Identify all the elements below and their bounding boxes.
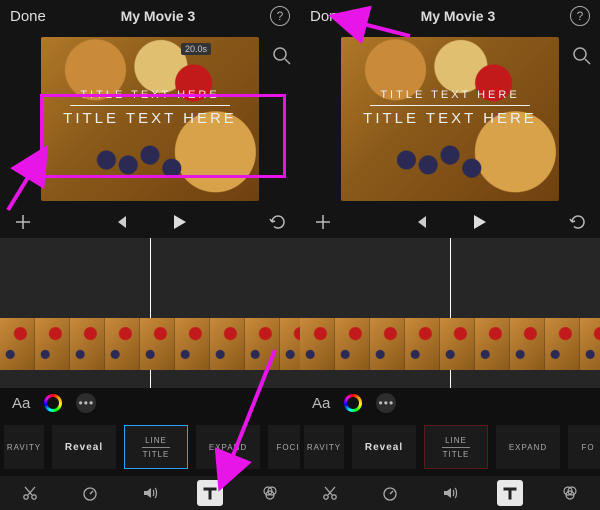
done-button[interactable]: Done bbox=[310, 8, 346, 25]
style-expand[interactable]: EXPAND bbox=[496, 425, 560, 469]
undo-icon[interactable] bbox=[266, 211, 288, 233]
title-rule bbox=[70, 105, 230, 106]
speed-icon[interactable] bbox=[77, 480, 103, 506]
title-overlay[interactable]: TITLE TEXT HERE TITLE TEXT HERE bbox=[41, 89, 259, 127]
clip-strip[interactable] bbox=[300, 318, 600, 370]
titles-icon[interactable] bbox=[197, 480, 223, 506]
style-gravity[interactable]: RAVITY bbox=[304, 425, 344, 469]
project-title: My Movie 3 bbox=[421, 8, 496, 24]
preview-area: 20.0s TITLE TEXT HERE TITLE TEXT HERE bbox=[0, 32, 300, 206]
help-icon[interactable]: ? bbox=[270, 6, 290, 26]
style-expand[interactable]: EXPAND bbox=[196, 425, 260, 469]
header: Done My Movie 3 ? bbox=[300, 0, 600, 32]
font-button[interactable]: Aa bbox=[12, 395, 30, 412]
zoom-icon[interactable] bbox=[570, 44, 594, 68]
filters-icon[interactable] bbox=[257, 480, 283, 506]
video-preview[interactable]: 20.0s TITLE TEXT HERE TITLE TEXT HERE bbox=[41, 37, 259, 201]
play-icon[interactable] bbox=[168, 211, 190, 233]
preview-area: TITLE TEXT HERE TITLE TEXT HERE bbox=[300, 32, 600, 206]
more-icon[interactable]: ••• bbox=[376, 393, 396, 413]
more-icon[interactable]: ••• bbox=[76, 393, 96, 413]
cut-icon[interactable] bbox=[17, 480, 43, 506]
title-line2: TITLE TEXT HERE bbox=[63, 110, 237, 127]
font-button[interactable]: Aa bbox=[312, 395, 330, 412]
style-line-title[interactable]: LINETITLE bbox=[124, 425, 188, 469]
duration-badge: 20.0s bbox=[181, 43, 211, 55]
title-rule bbox=[370, 105, 530, 106]
transport-row bbox=[0, 206, 300, 238]
volume-icon[interactable] bbox=[437, 480, 463, 506]
titles-icon[interactable] bbox=[497, 480, 523, 506]
skip-start-icon[interactable] bbox=[410, 211, 432, 233]
tool-strip: Aa ••• bbox=[0, 388, 300, 418]
title-line2: TITLE TEXT HERE bbox=[363, 110, 537, 127]
transport-row bbox=[300, 206, 600, 238]
clip-strip[interactable] bbox=[0, 318, 300, 370]
speed-icon[interactable] bbox=[377, 480, 403, 506]
editor-screen-right: Done My Movie 3 ? TITLE TEXT HERE TITLE … bbox=[300, 0, 600, 510]
done-button[interactable]: Done bbox=[10, 8, 46, 25]
title-overlay[interactable]: TITLE TEXT HERE TITLE TEXT HERE bbox=[341, 89, 559, 127]
title-line1: TITLE TEXT HERE bbox=[80, 89, 219, 101]
cut-icon[interactable] bbox=[317, 480, 343, 506]
style-reveal[interactable]: Reveal bbox=[352, 425, 416, 469]
style-gravity[interactable]: RAVITY bbox=[4, 425, 44, 469]
header: Done My Movie 3 ? bbox=[0, 0, 300, 32]
skip-start-icon[interactable] bbox=[110, 211, 132, 233]
color-picker-icon[interactable] bbox=[344, 394, 362, 412]
style-line-title[interactable]: LINETITLE bbox=[424, 425, 488, 469]
title-styles-row[interactable]: RAVITY Reveal LINETITLE EXPAND FO bbox=[300, 418, 600, 476]
bottom-bar bbox=[0, 476, 300, 510]
play-icon[interactable] bbox=[468, 211, 490, 233]
filters-icon[interactable] bbox=[557, 480, 583, 506]
style-focus[interactable]: FO bbox=[568, 425, 600, 469]
clip-thumb bbox=[0, 318, 35, 370]
project-title: My Movie 3 bbox=[121, 8, 196, 24]
tool-strip: Aa ••• bbox=[300, 388, 600, 418]
video-preview[interactable]: TITLE TEXT HERE TITLE TEXT HERE bbox=[341, 37, 559, 201]
help-icon[interactable]: ? bbox=[570, 6, 590, 26]
undo-icon[interactable] bbox=[566, 211, 588, 233]
bottom-bar bbox=[300, 476, 600, 510]
add-icon[interactable] bbox=[312, 211, 334, 233]
style-reveal[interactable]: Reveal bbox=[52, 425, 116, 469]
timeline[interactable] bbox=[0, 238, 300, 388]
title-styles-row[interactable]: RAVITY Reveal LINETITLE EXPAND FOCI bbox=[0, 418, 300, 476]
zoom-icon[interactable] bbox=[270, 44, 294, 68]
add-icon[interactable] bbox=[12, 211, 34, 233]
editor-screen-left: Done My Movie 3 ? 20.0s TITLE TEXT HERE … bbox=[0, 0, 300, 510]
color-picker-icon[interactable] bbox=[44, 394, 62, 412]
volume-icon[interactable] bbox=[137, 480, 163, 506]
style-focus[interactable]: FOCI bbox=[268, 425, 300, 469]
title-line1: TITLE TEXT HERE bbox=[380, 89, 519, 101]
timeline[interactable] bbox=[300, 238, 600, 388]
